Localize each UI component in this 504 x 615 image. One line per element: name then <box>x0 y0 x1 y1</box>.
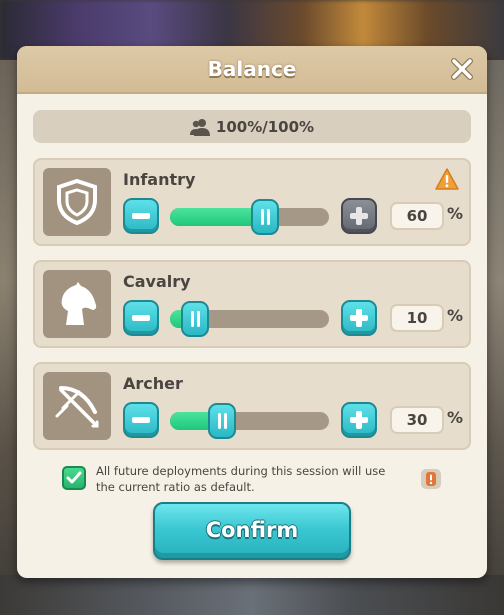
background-bottom <box>0 575 504 615</box>
ratio-slider[interactable] <box>170 301 329 337</box>
unit-name: Cavalry <box>123 272 191 291</box>
balance-dialog: Balance 100%/100% Infantry 60 % Cavalry … <box>17 46 487 578</box>
unit-portrait <box>43 168 111 236</box>
increase-button[interactable] <box>341 300 377 336</box>
unit-row-archer: Archer 30 % <box>33 362 471 450</box>
shield-icon <box>57 178 97 226</box>
unit-row-infantry: Infantry 60 % <box>33 158 471 246</box>
close-icon <box>451 58 473 80</box>
crossbow-icon <box>55 386 99 428</box>
plus-icon <box>350 411 368 429</box>
minus-icon <box>132 417 150 423</box>
unit-portrait <box>43 270 111 338</box>
percent-sign: % <box>447 408 464 427</box>
troops-icon <box>189 118 210 136</box>
confirm-button[interactable]: Confirm <box>153 502 351 560</box>
unit-row-cavalry: Cavalry 10 % <box>33 260 471 348</box>
set-default-checkbox[interactable] <box>62 466 86 490</box>
minus-icon <box>132 315 150 321</box>
unit-name: Infantry <box>123 170 196 189</box>
decrease-button[interactable] <box>123 300 159 336</box>
percent-sign: % <box>447 204 464 223</box>
ratio-value-input[interactable]: 60 <box>390 202 444 230</box>
slider-handle[interactable] <box>181 301 210 337</box>
unit-name: Archer <box>123 374 183 393</box>
percent-sign: % <box>447 306 464 325</box>
dialog-titlebar: Balance <box>17 46 487 94</box>
info-button[interactable] <box>421 469 441 489</box>
increase-button-disabled[interactable] <box>341 198 377 234</box>
exclamation-icon <box>426 472 436 486</box>
ratio-value-input[interactable]: 10 <box>390 304 444 332</box>
default-ratio-note: All future deployments during this sessi… <box>96 464 386 494</box>
checkmark-icon <box>66 471 82 484</box>
ratio-value-input[interactable]: 30 <box>390 406 444 434</box>
close-button[interactable] <box>449 56 475 82</box>
plus-icon <box>350 309 368 327</box>
total-ratio-bar: 100%/100% <box>33 110 471 143</box>
decrease-button[interactable] <box>123 402 159 438</box>
dialog-title: Balance <box>207 57 297 81</box>
ratio-slider[interactable] <box>170 199 329 235</box>
warning-icon[interactable] <box>435 168 459 190</box>
horse-icon <box>61 282 97 325</box>
plus-icon <box>350 207 368 225</box>
slider-handle[interactable] <box>208 403 237 439</box>
background-right <box>484 60 504 615</box>
unit-portrait <box>43 372 111 440</box>
confirm-label: Confirm <box>205 518 299 542</box>
ratio-slider[interactable] <box>170 403 329 439</box>
decrease-button[interactable] <box>123 198 159 234</box>
increase-button[interactable] <box>341 402 377 438</box>
minus-icon <box>132 213 150 219</box>
total-ratio-text: 100%/100% <box>215 117 315 136</box>
slider-handle[interactable] <box>251 199 280 235</box>
